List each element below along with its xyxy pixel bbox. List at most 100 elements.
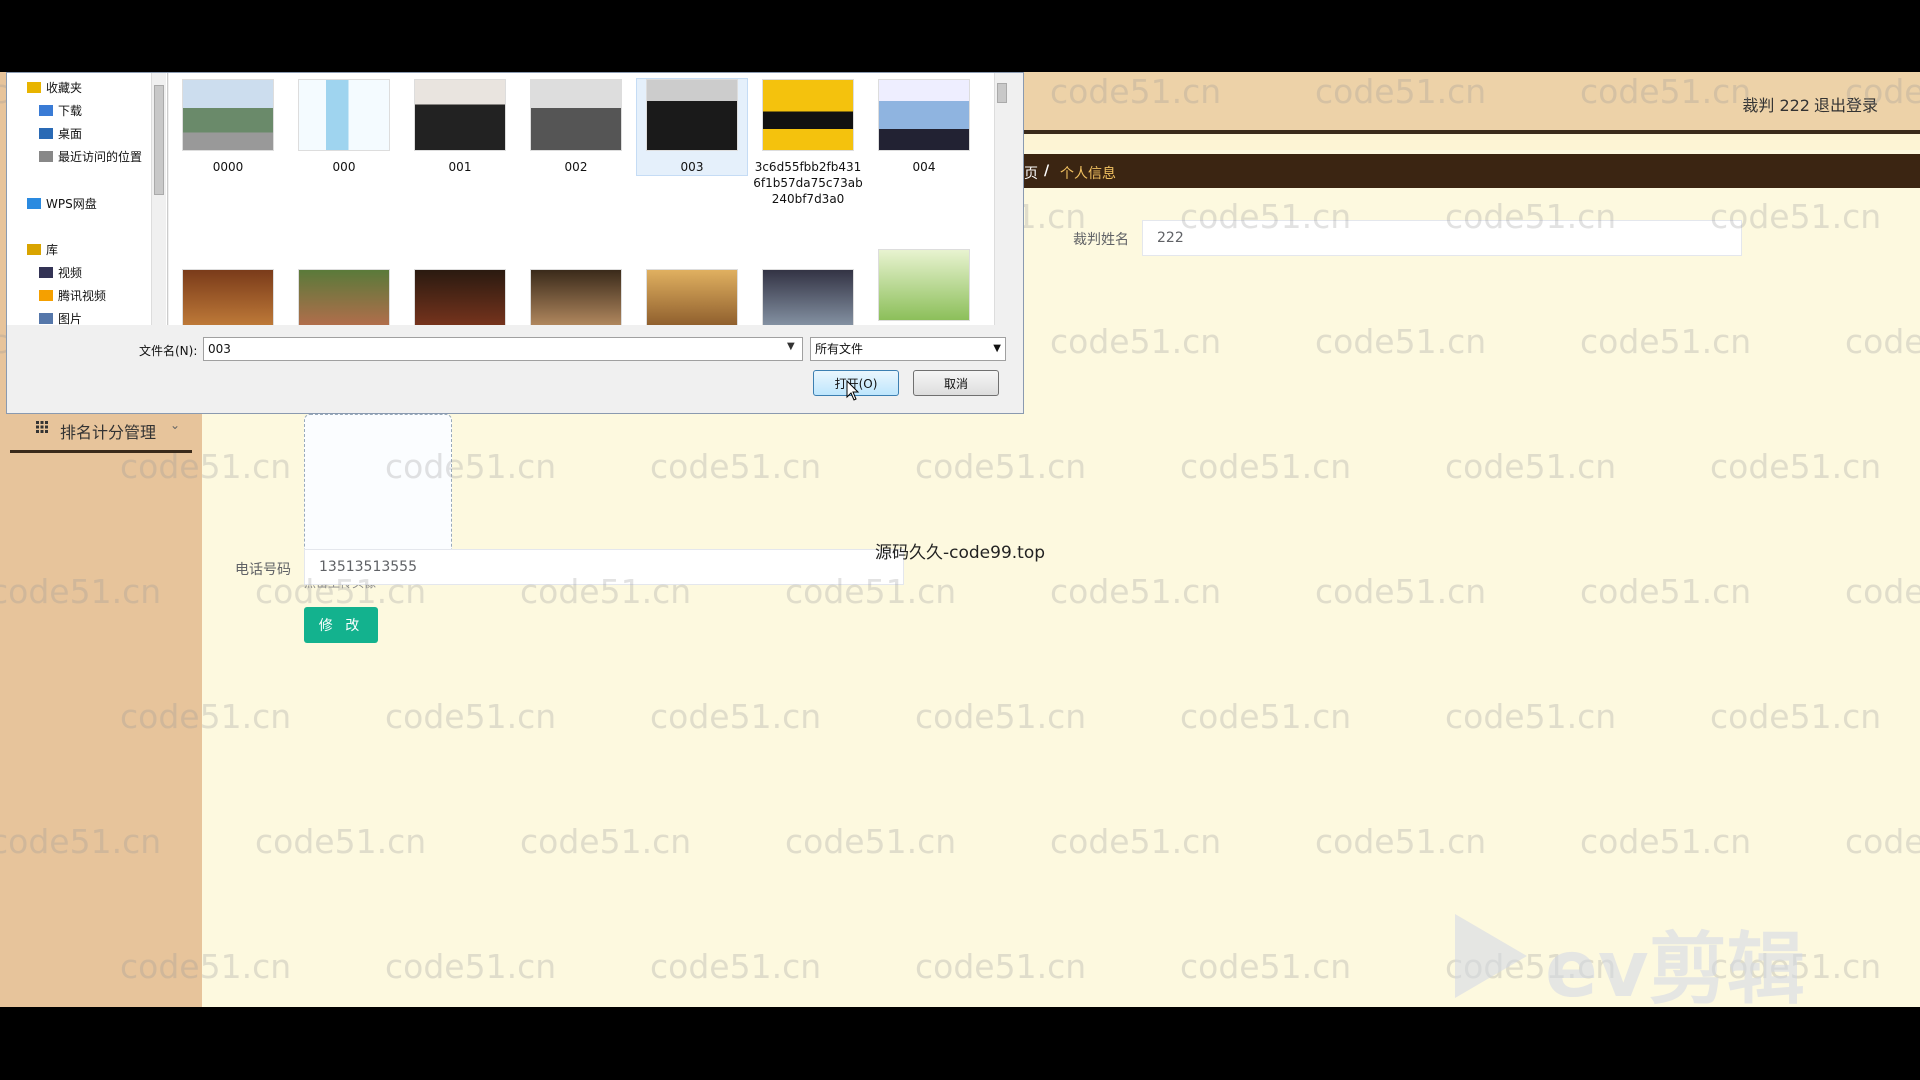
pictures-icon bbox=[39, 313, 53, 324]
phone-label: 电话号码 bbox=[235, 559, 291, 579]
nav-scroll-thumb[interactable] bbox=[154, 85, 164, 195]
breadcrumb-current: 个人信息 bbox=[1060, 163, 1116, 183]
watermark-text: code51.cn bbox=[1845, 572, 1920, 611]
filename-input[interactable]: 003 bbox=[203, 337, 803, 361]
nav-item[interactable]: 最近访问的位置 bbox=[39, 148, 142, 165]
watermark-text: code51.cn bbox=[1580, 322, 1751, 361]
file-item[interactable] bbox=[869, 249, 979, 325]
file-name: 3c6d55fbb2fb4316f1b57da75c73ab240bf7d3a0 bbox=[753, 159, 863, 207]
file-thumbnail bbox=[182, 269, 274, 325]
file-thumbnail bbox=[878, 249, 970, 321]
file-thumbnail bbox=[298, 79, 390, 151]
logout-link[interactable]: 退出登录 bbox=[1814, 92, 1878, 116]
nav-item[interactable]: 腾讯视频 bbox=[39, 287, 106, 304]
library-icon bbox=[27, 244, 41, 255]
nav-item[interactable]: 收藏夹 bbox=[27, 79, 82, 96]
nav-item-label: 腾讯视频 bbox=[58, 289, 106, 303]
file-name: 004 bbox=[869, 159, 979, 175]
watermark-text: code51.cn bbox=[1050, 572, 1221, 611]
sidebar-item-label: 排名计分管理 bbox=[60, 419, 156, 443]
file-thumbnail bbox=[414, 269, 506, 325]
nav-item[interactable]: 视频 bbox=[39, 264, 82, 281]
files-scrollbar[interactable] bbox=[994, 73, 1009, 325]
watermark-text: code51.cn bbox=[785, 822, 956, 861]
breadcrumb: 页 / 个人信息 bbox=[1024, 154, 1920, 188]
file-item[interactable]: 002 bbox=[521, 79, 631, 175]
file-item[interactable] bbox=[753, 269, 863, 325]
watermark-text: code51.cn bbox=[1050, 322, 1221, 361]
watermark-text: code51.cn bbox=[1445, 447, 1616, 486]
download-folder-icon bbox=[39, 105, 53, 116]
watermark-text: code51.cn bbox=[650, 697, 821, 736]
watermark-text: code51.cn bbox=[1180, 697, 1351, 736]
nav-item[interactable]: 桌面 bbox=[39, 125, 82, 142]
filetype-value: 所有文件 bbox=[815, 342, 863, 356]
watermark-text: code51.cn bbox=[385, 697, 556, 736]
files-scroll-thumb[interactable] bbox=[997, 83, 1007, 103]
file-item[interactable]: 004 bbox=[869, 79, 979, 175]
phone-field[interactable]: 13513513555 bbox=[304, 549, 904, 585]
watermark-text: code51.cn bbox=[1710, 447, 1881, 486]
file-thumbnail bbox=[530, 79, 622, 151]
file-item[interactable] bbox=[173, 269, 283, 325]
watermark-text: code51.cn bbox=[650, 447, 821, 486]
watermark-text: code51.cn bbox=[1315, 822, 1486, 861]
watermark-text: code51.cn bbox=[385, 947, 556, 986]
watermark-text: code51.cn bbox=[1315, 572, 1486, 611]
file-thumbnail bbox=[182, 79, 274, 151]
star-icon bbox=[27, 82, 41, 93]
file-name: 003 bbox=[637, 159, 747, 175]
avatar-upload[interactable] bbox=[304, 414, 452, 556]
current-user: 裁判 222 bbox=[1742, 92, 1810, 116]
file-open-dialog: 收藏夹下载桌面最近访问的位置WPS网盘库视频腾讯视频图片 00000000010… bbox=[6, 72, 1024, 414]
watermark-text: code51.cn bbox=[255, 822, 426, 861]
file-item[interactable]: 3c6d55fbb2fb4316f1b57da75c73ab240bf7d3a0 bbox=[753, 79, 863, 207]
watermark-text: code51.cn bbox=[520, 822, 691, 861]
watermark-text: code51.cn bbox=[1580, 572, 1751, 611]
watermark-text: code51.cn bbox=[650, 947, 821, 986]
watermark-text: code51.cn bbox=[1180, 947, 1351, 986]
file-name: 000 bbox=[289, 159, 399, 175]
grid-menu-icon bbox=[36, 421, 48, 433]
cancel-button[interactable]: 取消 bbox=[913, 370, 999, 396]
name-label: 裁判姓名 bbox=[1073, 229, 1129, 249]
filename-label: 文件名(N): bbox=[139, 342, 197, 359]
mouse-cursor-icon bbox=[846, 380, 860, 402]
nav-item-label: 视频 bbox=[58, 266, 82, 280]
watermark-text: code51.cn bbox=[1580, 822, 1751, 861]
file-item[interactable]: 003 bbox=[637, 79, 747, 175]
watermark-text: code51.cn bbox=[915, 697, 1086, 736]
nav-item[interactable]: WPS网盘 bbox=[27, 195, 97, 212]
watermark-text: code51.cn bbox=[1445, 697, 1616, 736]
nav-item[interactable]: 库 bbox=[27, 241, 58, 258]
file-item[interactable] bbox=[521, 269, 631, 325]
file-item[interactable] bbox=[405, 269, 515, 325]
name-field[interactable]: 222 bbox=[1142, 220, 1742, 256]
file-item[interactable]: 000 bbox=[289, 79, 399, 175]
file-item[interactable]: 0000 bbox=[173, 79, 283, 175]
filename-dropdown-icon[interactable]: ▼ bbox=[787, 341, 795, 352]
save-button[interactable]: 修 改 bbox=[304, 607, 378, 643]
watermark-text: code51.cn bbox=[915, 947, 1086, 986]
nav-strip bbox=[1024, 134, 1920, 150]
file-item[interactable] bbox=[289, 269, 399, 325]
nav-item[interactable]: 下载 bbox=[39, 102, 82, 119]
file-thumbnail bbox=[646, 79, 738, 151]
file-item[interactable] bbox=[637, 269, 747, 325]
nav-scrollbar[interactable] bbox=[151, 73, 166, 325]
file-item[interactable]: 001 bbox=[405, 79, 515, 175]
ev-logo-triangle bbox=[1455, 914, 1527, 998]
breadcrumb-home[interactable]: 页 bbox=[1024, 163, 1038, 183]
ev-logo: ev剪辑 bbox=[1545, 907, 1805, 1007]
watermark-text: code51.cn bbox=[915, 447, 1086, 486]
sidebar-item-ranking[interactable]: 排名计分管理 ⌄ bbox=[10, 410, 192, 453]
chevron-down-icon: ▼ bbox=[993, 338, 1001, 360]
file-thumbnail bbox=[646, 269, 738, 325]
nav-item-label: WPS网盘 bbox=[46, 197, 97, 211]
video-icon bbox=[39, 267, 53, 278]
nav-item[interactable]: 图片 bbox=[39, 310, 82, 325]
watermark-text: code51.cn bbox=[1710, 697, 1881, 736]
file-name: 002 bbox=[521, 159, 631, 175]
desktop-icon bbox=[39, 128, 53, 139]
filetype-select[interactable]: 所有文件 ▼ bbox=[810, 337, 1006, 361]
